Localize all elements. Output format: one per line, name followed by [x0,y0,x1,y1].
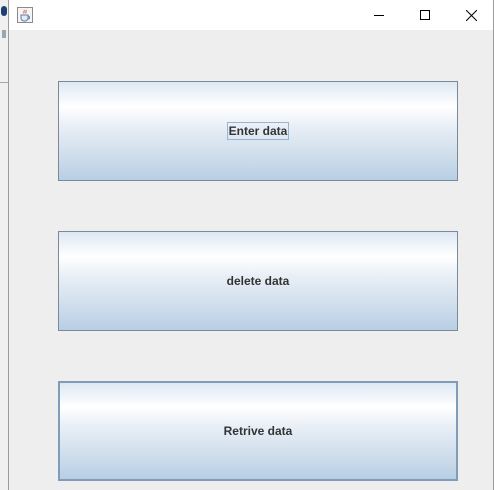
enter-data-label: Enter data [226,122,290,140]
close-icon [465,9,477,21]
retrive-data-label: Retrive data [223,424,293,438]
minimize-icon [374,15,384,16]
background-window-glyph [1,6,7,16]
background-window-edge [0,0,8,490]
maximize-button[interactable] [402,0,448,30]
background-window-glyph [2,30,6,38]
background-window-divider [0,82,8,83]
retrive-data-button[interactable]: Retrive data [58,381,458,481]
title-bar[interactable] [9,0,493,30]
app-window: Enter data delete data Retrive data [8,0,494,490]
content-panel: Enter data delete data Retrive data [9,30,493,490]
close-button[interactable] [448,0,494,30]
maximize-icon [420,10,430,20]
enter-data-button[interactable]: Enter data [58,81,458,181]
delete-data-label: delete data [226,274,290,288]
minimize-button[interactable] [356,0,402,30]
java-cup-icon[interactable] [17,7,33,23]
delete-data-button[interactable]: delete data [58,231,458,331]
